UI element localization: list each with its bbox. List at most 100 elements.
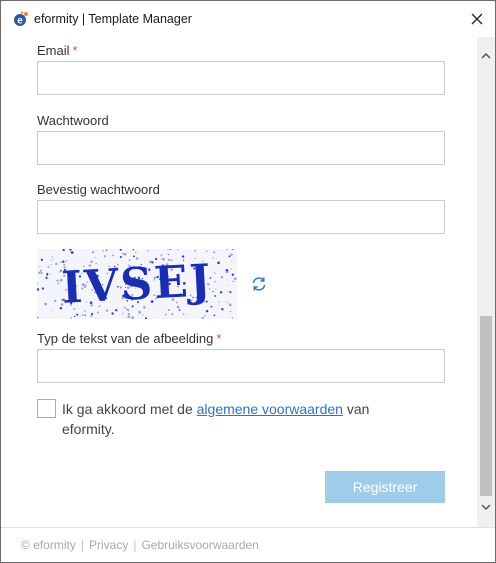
captcha-noise-dot — [50, 259, 52, 261]
password-label: Wachtwoord — [37, 113, 109, 128]
vertical-scrollbar[interactable] — [477, 37, 495, 527]
captcha-noise-dot — [90, 315, 93, 318]
captcha-noise-dot — [102, 250, 104, 252]
captcha-noise-dot — [112, 254, 114, 257]
captcha-noise-dot — [91, 251, 95, 254]
close-icon — [471, 13, 483, 25]
close-button[interactable] — [464, 7, 490, 31]
captcha-noise-dot — [41, 287, 45, 290]
captcha-noise-dot — [167, 309, 170, 311]
captcha-noise-dot — [55, 262, 58, 266]
captcha-text: IVSEJ — [60, 255, 213, 314]
confirm-password-label: Bevestig wachtwoord — [37, 182, 160, 197]
terms-of-use-link[interactable]: Gebruiksvoorwaarden — [141, 538, 258, 552]
terms-text: Ik ga akkoord met de algemene voorwaarde… — [62, 401, 370, 437]
captcha-noise-dot — [220, 275, 224, 279]
eformity-logo-icon: e — [13, 11, 29, 27]
captcha-noise-dot — [167, 253, 170, 256]
captcha-input[interactable] — [37, 349, 445, 383]
terms-link[interactable]: algemene voorwaarden — [197, 401, 343, 417]
captcha-noise-dot — [171, 313, 174, 315]
captcha-noise-dot — [119, 255, 122, 259]
chevron-down-icon — [481, 503, 491, 510]
captcha-noise-dot — [70, 251, 72, 253]
captcha-noise-dot — [38, 271, 41, 274]
captcha-noise-dot — [214, 280, 216, 283]
captcha-noise-dot — [142, 314, 144, 316]
captcha-noise-dot — [214, 295, 216, 297]
registration-form: Email * Wachtwoord Bevestig wachtwoord IV… — [1, 37, 477, 527]
captcha-noise-dot — [138, 310, 142, 314]
captcha-noise-dot — [218, 301, 220, 303]
captcha-noise-dot — [40, 258, 44, 261]
captcha-noise-dot — [177, 249, 179, 251]
captcha-noise-dot — [160, 255, 162, 257]
captcha-noise-dot — [52, 258, 54, 260]
captcha-noise-dot — [228, 284, 230, 286]
captcha-noise-dot — [51, 310, 53, 312]
captcha-noise-dot — [219, 291, 223, 294]
captcha-noise-dot — [45, 276, 48, 280]
scroll-up-button[interactable] — [477, 47, 495, 63]
terms-checkbox[interactable] — [37, 399, 56, 418]
captcha-noise-dot — [231, 260, 233, 263]
captcha-noise-dot — [165, 314, 167, 316]
footer: © eformity | Privacy | Gebruiksvoorwaarden — [1, 527, 495, 562]
captcha-noise-dot — [54, 299, 57, 303]
captcha-noise-dot — [49, 273, 51, 275]
captcha-noise-dot — [84, 314, 86, 317]
captcha-noise-dot — [201, 316, 204, 320]
scrollbar-thumb[interactable] — [480, 316, 492, 496]
captcha-noise-dot — [204, 314, 206, 317]
captcha-noise-dot — [213, 251, 216, 254]
captcha-noise-dot — [217, 304, 219, 306]
captcha-noise-dot — [230, 268, 233, 270]
footer-separator: | — [80, 538, 84, 552]
captcha-noise-dot — [228, 303, 232, 307]
captcha-noise-dot — [44, 302, 47, 306]
required-marker: * — [216, 331, 222, 346]
copyright-text: © eformity — [21, 538, 76, 552]
window-title: eformity | Template Manager — [34, 12, 192, 26]
required-marker: * — [72, 43, 78, 58]
captcha-noise-dot — [47, 266, 50, 268]
captcha-noise-dot — [103, 255, 107, 258]
email-field[interactable] — [37, 61, 445, 95]
captcha-noise-dot — [229, 310, 232, 313]
captcha-noise-dot — [205, 309, 209, 313]
captcha-noise-dot — [51, 256, 53, 258]
chevron-up-icon — [481, 52, 491, 59]
captcha-noise-dot — [94, 257, 97, 259]
captcha-noise-dot — [122, 253, 124, 255]
captcha-noise-dot — [194, 249, 197, 252]
email-label: Email * — [37, 43, 78, 58]
captcha-noise-dot — [231, 273, 234, 276]
captcha-noise-dot — [228, 255, 231, 258]
captcha-noise-dot — [73, 315, 76, 318]
captcha-noise-dot — [81, 314, 84, 316]
captcha-noise-dot — [231, 317, 234, 319]
captcha-noise-dot — [132, 249, 135, 251]
confirm-password-field[interactable] — [37, 200, 445, 234]
privacy-link[interactable]: Privacy — [89, 538, 128, 552]
captcha-image: IVSEJ — [36, 247, 237, 320]
captcha-noise-dot — [229, 291, 232, 294]
register-button[interactable]: Registreer — [325, 471, 445, 503]
password-field[interactable] — [37, 131, 445, 165]
captcha-noise-dot — [57, 282, 60, 285]
captcha-noise-dot — [221, 308, 224, 311]
captcha-noise-dot — [111, 312, 114, 315]
refresh-captcha-button[interactable] — [250, 275, 268, 293]
captcha-noise-dot — [230, 253, 233, 257]
captcha-noise-dot — [213, 314, 216, 317]
captcha-noise-dot — [65, 259, 68, 262]
captcha-noise-dot — [147, 249, 149, 252]
captcha-noise-dot — [105, 249, 108, 252]
captcha-noise-dot — [39, 269, 42, 272]
app-window: e eformity | Template Manager Email * Wac… — [0, 0, 496, 563]
captcha-noise-dot — [217, 261, 220, 265]
captcha-noise-dot — [127, 315, 130, 318]
refresh-icon — [252, 277, 266, 291]
scroll-down-button[interactable] — [477, 499, 495, 515]
captcha-noise-dot — [122, 312, 124, 315]
